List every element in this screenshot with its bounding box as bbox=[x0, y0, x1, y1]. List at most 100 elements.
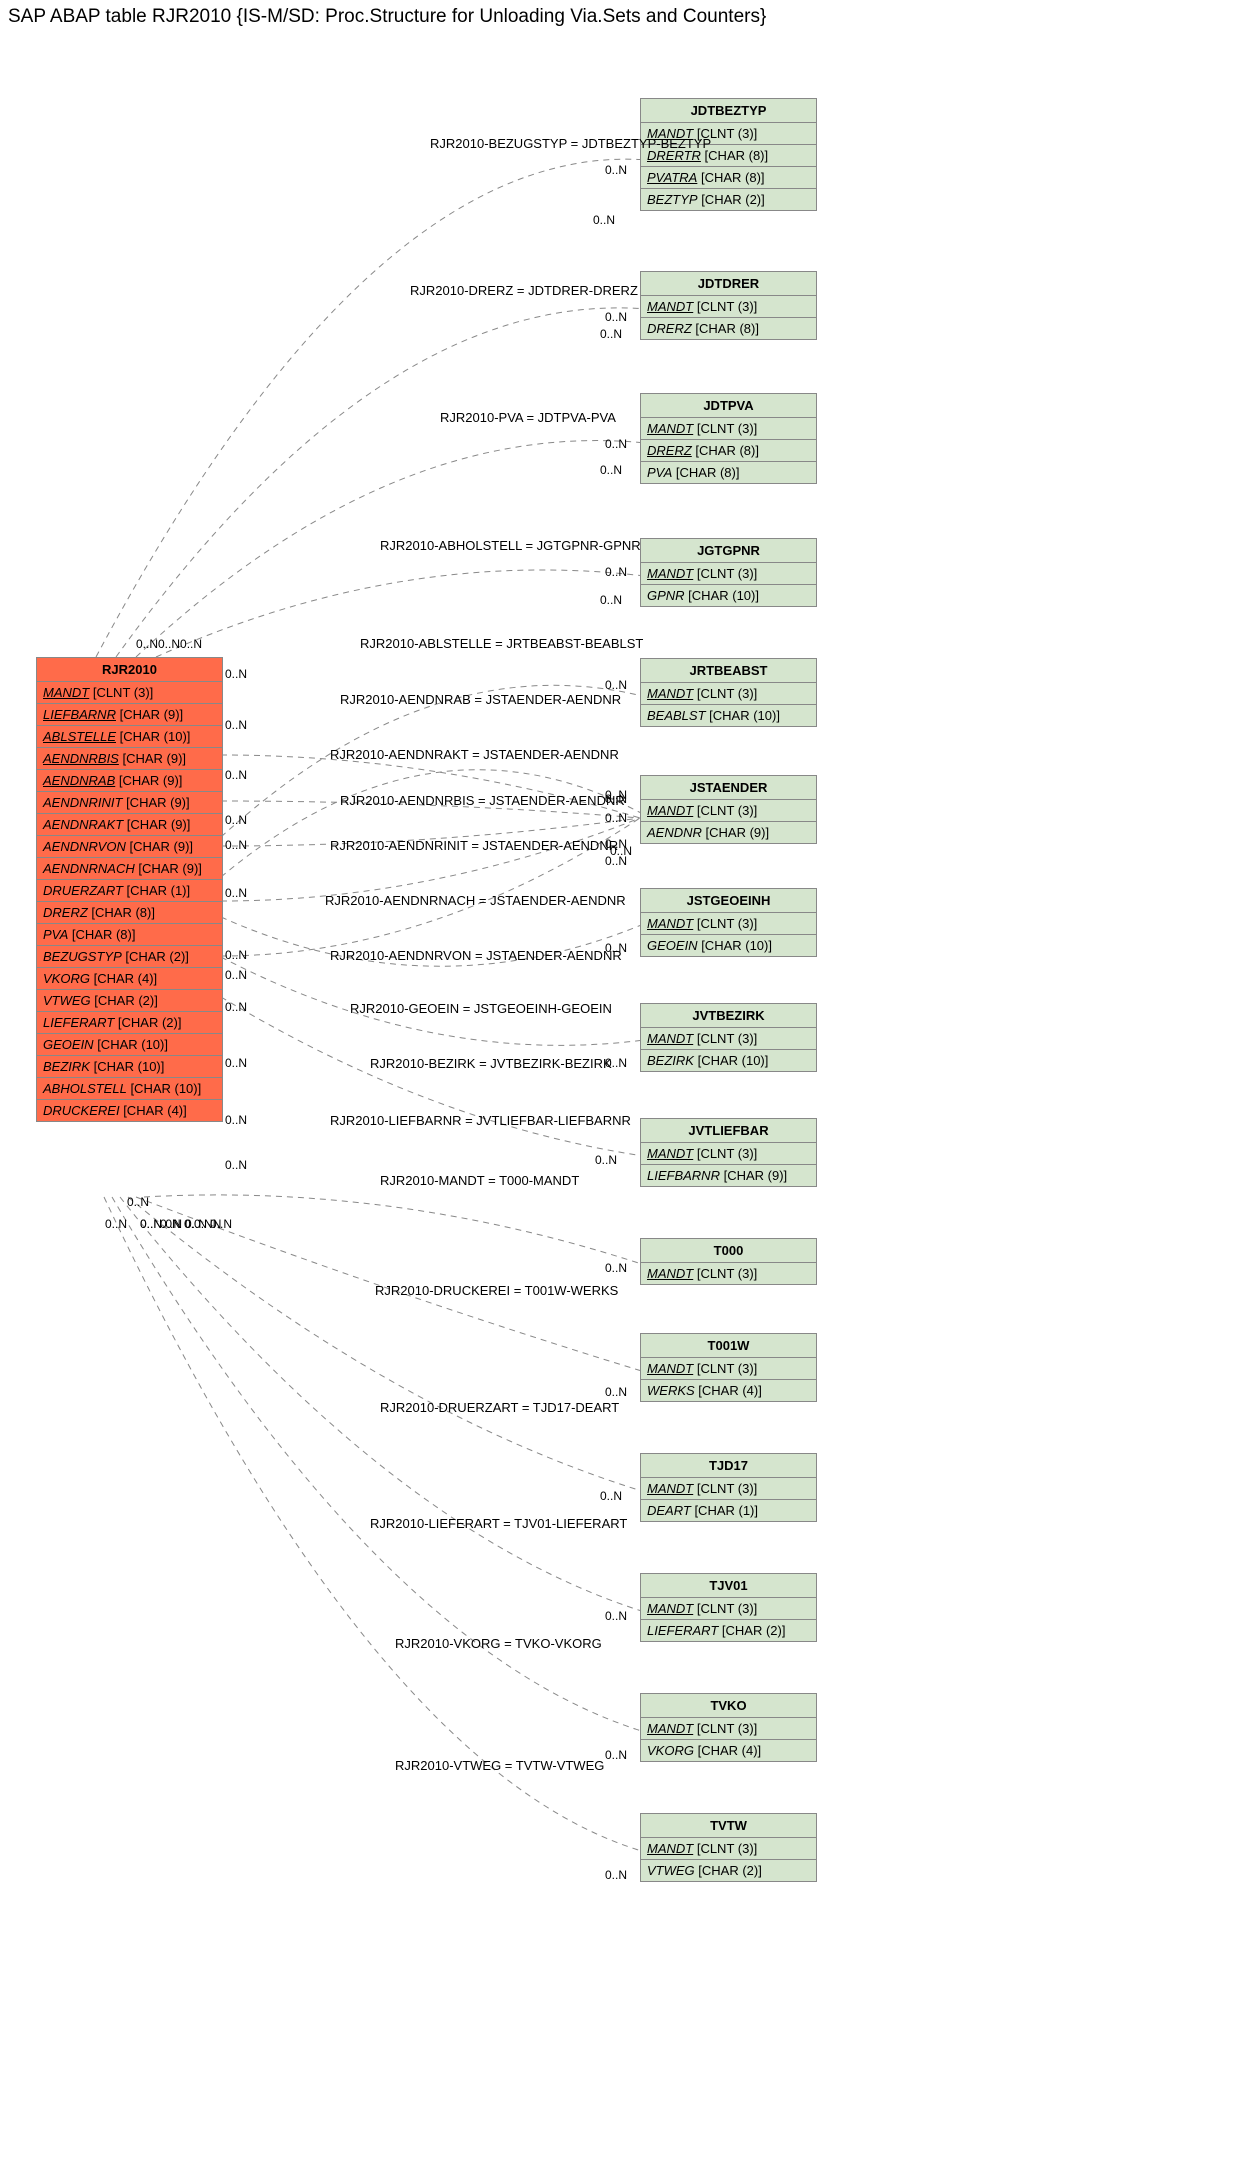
cardinality: 0..N bbox=[605, 437, 627, 451]
field-row: BEZTYP [CHAR (2)] bbox=[641, 189, 816, 210]
field-row: ABHOLSTELL [CHAR (10)] bbox=[37, 1078, 222, 1100]
entity-jrtbeabst: JRTBEABSTMANDT [CLNT (3)]BEABLST [CHAR (… bbox=[640, 658, 817, 727]
entity-t000: T000MANDT [CLNT (3)] bbox=[640, 1238, 817, 1285]
entity-header: TVKO bbox=[641, 1694, 816, 1718]
field-row: ABLSTELLE [CHAR (10)] bbox=[37, 726, 222, 748]
field-row: MANDT [CLNT (3)] bbox=[641, 1838, 816, 1860]
cardinality: 0..N bbox=[605, 1261, 627, 1275]
field-row: AENDNRINIT [CHAR (9)] bbox=[37, 792, 222, 814]
entity-t001w: T001WMANDT [CLNT (3)]WERKS [CHAR (4)] bbox=[640, 1333, 817, 1402]
field-row: MANDT [CLNT (3)] bbox=[641, 1028, 816, 1050]
relationship-label: RJR2010-BEZIRK = JVTBEZIRK-BEZIRK bbox=[370, 1056, 612, 1071]
field-row: LIEFBARNR [CHAR (9)] bbox=[641, 1165, 816, 1186]
relationship-label: RJR2010-DRUCKEREI = T001W-WERKS bbox=[375, 1283, 618, 1298]
entity-header: TJD17 bbox=[641, 1454, 816, 1478]
field-row: DRUCKEREI [CHAR (4)] bbox=[37, 1100, 222, 1121]
field-row: DRERZ [CHAR (8)] bbox=[641, 318, 816, 339]
field-row: LIEFERART [CHAR (2)] bbox=[37, 1012, 222, 1034]
relationship-label: RJR2010-LIEFERART = TJV01-LIEFERART bbox=[370, 1516, 627, 1531]
cardinality: 0..N bbox=[605, 854, 627, 868]
field-row: AENDNRVON [CHAR (9)] bbox=[37, 836, 222, 858]
cardinality: 0..N0..N0..N bbox=[136, 637, 202, 651]
entity-jstaender: JSTAENDERMANDT [CLNT (3)]AENDNR [CHAR (9… bbox=[640, 775, 817, 844]
cardinality: 0..N bbox=[593, 213, 615, 227]
entity-tvtw: TVTWMANDT [CLNT (3)]VTWEG [CHAR (2)] bbox=[640, 1813, 817, 1882]
entity-header: RJR2010 bbox=[37, 658, 222, 682]
field-row: AENDNRBIS [CHAR (9)] bbox=[37, 748, 222, 770]
field-row: MANDT [CLNT (3)] bbox=[641, 1598, 816, 1620]
cardinality: 0..N bbox=[105, 1217, 127, 1231]
field-row: DRUERZART [CHAR (1)] bbox=[37, 880, 222, 902]
cardinality: 0..N bbox=[605, 811, 627, 825]
field-row: PVA [CHAR (8)] bbox=[37, 924, 222, 946]
entity-tjv01: TJV01MANDT [CLNT (3)]LIEFERART [CHAR (2)… bbox=[640, 1573, 817, 1642]
cardinality: 0..N bbox=[600, 593, 622, 607]
cardinality: 0..N bbox=[225, 813, 247, 827]
relationship-label: RJR2010-AENDNRINIT = JSTAENDER-AENDNR bbox=[330, 838, 618, 853]
cardinality: 0..N bbox=[225, 948, 247, 962]
relationship-label: RJR2010-MANDT = T000-MANDT bbox=[380, 1173, 579, 1188]
cardinality: 0..N bbox=[225, 768, 247, 782]
cardinality: 0..N bbox=[605, 1748, 627, 1762]
field-row: LIEFBARNR [CHAR (9)] bbox=[37, 704, 222, 726]
relationship-label: RJR2010-AENDNRNACH = JSTAENDER-AENDNR bbox=[325, 893, 626, 908]
cardinality: 0..N bbox=[225, 838, 247, 852]
cardinality: 0..N bbox=[605, 310, 627, 324]
cardinality: 0..N bbox=[225, 968, 247, 982]
relationship-label: RJR2010-ABHOLSTELL = JGTGPNR-GPNR bbox=[380, 538, 641, 553]
field-row: GEOEIN [CHAR (10)] bbox=[37, 1034, 222, 1056]
entity-header: JRTBEABST bbox=[641, 659, 816, 683]
cardinality: 0..N bbox=[225, 1000, 247, 1014]
field-row: PVA [CHAR (8)] bbox=[641, 462, 816, 483]
field-row: MANDT [CLNT (3)] bbox=[641, 296, 816, 318]
field-row: AENDNRNACH [CHAR (9)] bbox=[37, 858, 222, 880]
relationship-label: RJR2010-DRERZ = JDTDRER-DRERZ bbox=[410, 283, 638, 298]
entity-header: JDTBEZTYP bbox=[641, 99, 816, 123]
field-row: GPNR [CHAR (10)] bbox=[641, 585, 816, 606]
entity-jvtliefbar: JVTLIEFBARMANDT [CLNT (3)]LIEFBARNR [CHA… bbox=[640, 1118, 817, 1187]
entity-header: JGTGPNR bbox=[641, 539, 816, 563]
cardinality: 0..N bbox=[225, 886, 247, 900]
relationship-label: RJR2010-VKORG = TVKO-VKORG bbox=[395, 1636, 602, 1651]
relationship-label: RJR2010-PVA = JDTPVA-PVA bbox=[440, 410, 616, 425]
field-row: AENDNR [CHAR (9)] bbox=[641, 822, 816, 843]
entity-jdtbeztyp: JDTBEZTYPMANDT [CLNT (3)]DRERTR [CHAR (8… bbox=[640, 98, 817, 211]
field-row: VTWEG [CHAR (2)] bbox=[641, 1860, 816, 1881]
relationship-label: RJR2010-ABLSTELLE = JRTBEABST-BEABLST bbox=[360, 636, 643, 651]
field-row: MANDT [CLNT (3)] bbox=[641, 913, 816, 935]
field-row: MANDT [CLNT (3)] bbox=[641, 1263, 816, 1284]
field-row: PVATRA [CHAR (8)] bbox=[641, 167, 816, 189]
field-row: AENDNRAKT [CHAR (9)] bbox=[37, 814, 222, 836]
entity-jgtgpnr: JGTGPNRMANDT [CLNT (3)]GPNR [CHAR (10)] bbox=[640, 538, 817, 607]
relationship-label: RJR2010-BEZUGSTYP = JDTBEZTYP-BEZTYP bbox=[430, 136, 711, 151]
relationship-label: RJR2010-GEOEIN = JSTGEOEINH-GEOEIN bbox=[350, 1001, 612, 1016]
entity-header: JVTBEZIRK bbox=[641, 1004, 816, 1028]
field-row: BEABLST [CHAR (10)] bbox=[641, 705, 816, 726]
entity-header: JDTDRER bbox=[641, 272, 816, 296]
relationship-label: RJR2010-AENDNRAKT = JSTAENDER-AENDNR bbox=[330, 747, 619, 762]
cardinality: 0..N bbox=[605, 1385, 627, 1399]
relationship-label: RJR2010-DRUERZART = TJD17-DEART bbox=[380, 1400, 619, 1415]
entity-header: JDTPVA bbox=[641, 394, 816, 418]
cardinality: 0..N.0N 0.0.NN bbox=[140, 1217, 221, 1231]
entity-tvko: TVKOMANDT [CLNT (3)]VKORG [CHAR (4)] bbox=[640, 1693, 817, 1762]
relationship-label: RJR2010-LIEFBARNR = JVTLIEFBAR-LIEFBARNR bbox=[330, 1113, 631, 1128]
field-row: DRERZ [CHAR (8)] bbox=[641, 440, 816, 462]
cardinality: 0..N bbox=[605, 565, 627, 579]
cardinality: 0..N bbox=[600, 1489, 622, 1503]
entity-rjr2010: RJR2010 MANDT [CLNT (3)]LIEFBARNR [CHAR … bbox=[36, 657, 223, 1122]
entity-jstgeoeinh: JSTGEOEINHMANDT [CLNT (3)]GEOEIN [CHAR (… bbox=[640, 888, 817, 957]
cardinality: 0..N bbox=[595, 1153, 617, 1167]
cardinality: 0..N bbox=[605, 1056, 627, 1070]
relationship-label: RJR2010-AENDNRBIS = JSTAENDER-AENDNR bbox=[340, 793, 625, 808]
field-row: MANDT [CLNT (3)] bbox=[641, 1718, 816, 1740]
cardinality: 0..N bbox=[605, 1868, 627, 1882]
entity-header: T001W bbox=[641, 1334, 816, 1358]
entity-header: JSTGEOEINH bbox=[641, 889, 816, 913]
cardinality: 0..N bbox=[605, 792, 627, 806]
entity-jdtdrer: JDTDRERMANDT [CLNT (3)]DRERZ [CHAR (8)] bbox=[640, 271, 817, 340]
cardinality: 0..N bbox=[605, 1609, 627, 1623]
field-row: GEOEIN [CHAR (10)] bbox=[641, 935, 816, 956]
cardinality: 0..N bbox=[225, 667, 247, 681]
field-row: LIEFERART [CHAR (2)] bbox=[641, 1620, 816, 1641]
